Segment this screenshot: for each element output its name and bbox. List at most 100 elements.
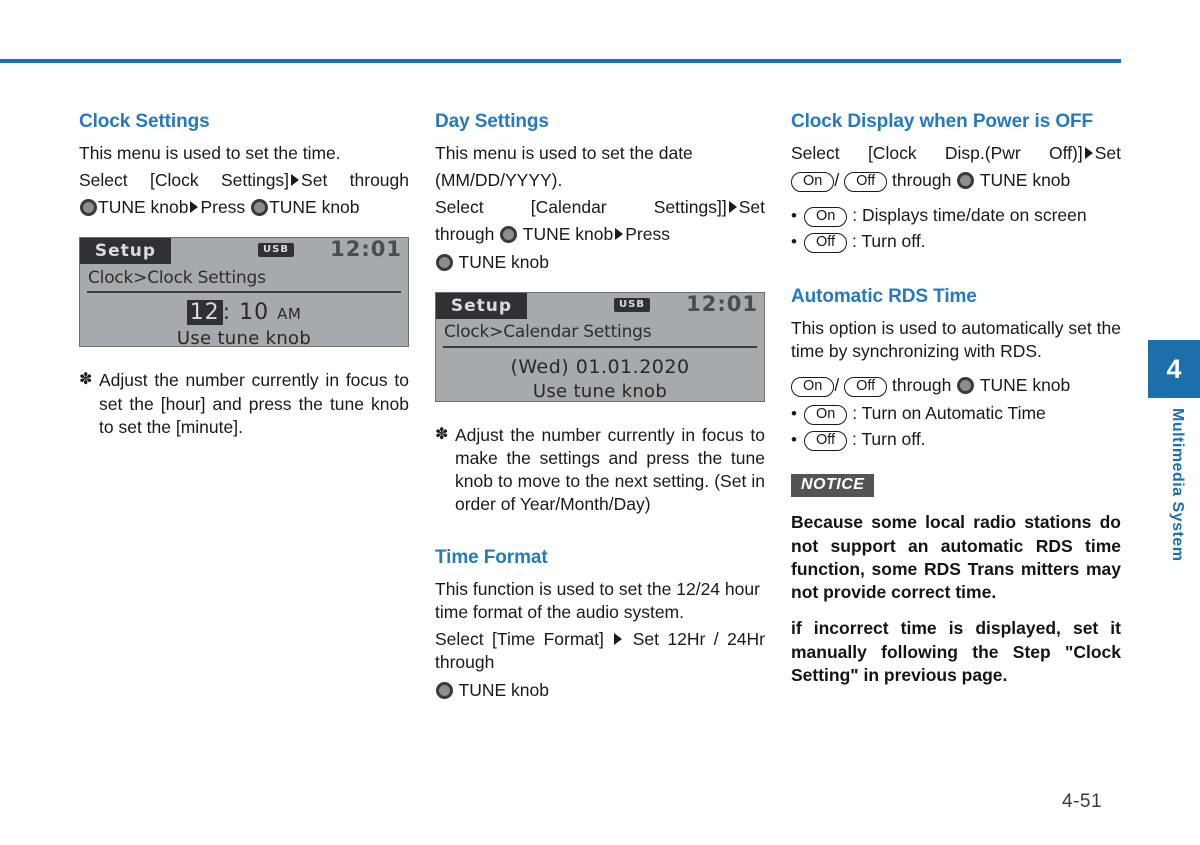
section-heading-time-format: Time Format	[435, 547, 548, 569]
on-pill-button[interactable]: On	[791, 172, 835, 193]
column-clock-display-power-off: Clock Display when Power is OFF Select […	[791, 110, 1121, 700]
step-set-text: Set	[738, 197, 765, 218]
day-settings-steps-2: through TUNE knob Press	[435, 223, 765, 246]
arrow-icon	[615, 228, 624, 241]
clock-settings-steps: Select [Clock Settings] Set through	[79, 169, 409, 192]
day-settings-steps-3: TUNE knob	[435, 251, 765, 274]
arrow-icon	[1084, 147, 1093, 160]
off-pill-button[interactable]: Off	[804, 430, 848, 451]
step-through-text: through	[435, 224, 495, 245]
bullet-off-text: : Turn off.	[851, 428, 926, 449]
tune-knob-icon	[251, 199, 269, 217]
step-press-text: Press	[625, 224, 670, 245]
time-format-steps-2: TUNE knob	[435, 679, 765, 702]
knob-label-1: TUNE knob	[98, 197, 189, 218]
tune-knob-icon	[500, 226, 518, 244]
tune-knob-icon	[436, 681, 453, 699]
knob-label: TUNE knob	[979, 170, 1071, 191]
clock-display-steps-2: On / Off through TUNE knob	[791, 169, 1121, 193]
clock-settings-note: ✽ Adjust the number currently in focus t…	[79, 369, 409, 438]
bullet-dot-icon: •	[791, 206, 797, 226]
bullet-dot-icon: •	[791, 232, 797, 251]
notice-paragraph-2: if incorrect time is displayed, set it m…	[791, 618, 1121, 685]
lcd-date-prefix: (Wed) 01.01.	[510, 355, 640, 378]
tune-knob-icon	[436, 253, 453, 271]
day-settings-note: ✽ Adjust the number currently in focus t…	[435, 424, 765, 516]
tune-knob-icon	[80, 199, 97, 217]
through-text: through	[892, 375, 952, 395]
lcd-clock: 12:01	[330, 237, 402, 262]
tune-knob-icon	[957, 172, 975, 190]
lcd-clock: 12:01	[686, 291, 758, 316]
time-format-intro: This function is used to set the 12/24 h…	[435, 579, 760, 623]
off-pill-button[interactable]: Off	[804, 233, 848, 253]
lcd-top-bar: Setup USB 12:01	[436, 291, 764, 319]
knob-label-2: TUNE knob	[269, 197, 360, 218]
lcd-breadcrumb: Clock>Calendar Settings	[444, 322, 652, 343]
step-press-text: Press	[200, 197, 246, 218]
day-settings-note-text: Adjust the number currently in focus to …	[455, 424, 765, 514]
asterisk-icon: ✽	[435, 425, 449, 443]
chapter-tab-number: 4	[1148, 340, 1200, 398]
bullet-on-text: : Turn on Automatic Time	[852, 403, 1046, 424]
asterisk-icon: ✽	[79, 371, 93, 389]
on-pill-button[interactable]: On	[804, 207, 848, 228]
clock-display-steps: Select [Clock Disp.(Pwr Off)] Set	[791, 142, 1121, 165]
lcd-ampm: AM	[277, 305, 302, 324]
day-settings-intro-line1: This menu is used to set the date	[435, 143, 693, 164]
tune-knob-icon	[957, 377, 975, 394]
section-heading-clock-settings: Clock Settings	[79, 111, 210, 132]
rds-bullet-off: • Off : Turn off.	[791, 427, 1121, 453]
chapter-tab-label: Multimedia System	[1169, 408, 1186, 562]
on-pill-button[interactable]: On	[791, 377, 835, 397]
header-rule	[0, 59, 1121, 63]
lcd-screenshot-clock-settings: Setup USB 12:01 Clock>Clock Settings 12:…	[79, 237, 409, 348]
section-heading-day-settings: Day Settings	[435, 111, 549, 132]
clock-settings-note-text: Adjust the number currently in focus to …	[99, 370, 409, 437]
knob-label-1: TUNE knob	[522, 224, 614, 245]
lcd-date-value: (Wed) 01.01.2020	[436, 348, 764, 378]
off-pill-button[interactable]: Off	[844, 377, 888, 397]
arrow-icon	[728, 201, 737, 214]
section-heading-automatic-rds-time: Automatic RDS Time	[791, 285, 977, 307]
bullet-dot-icon: •	[791, 404, 797, 424]
lcd-top-bar: Setup USB 12:01	[80, 237, 408, 265]
rds-intro: This option is used to automatically set…	[791, 317, 1121, 361]
rds-steps: On / Off through TUNE knob	[791, 374, 1121, 397]
usb-badge-icon: USB	[614, 297, 650, 312]
clock-display-bullet-off: • Off : Turn off.	[791, 229, 1121, 255]
knob-label: TUNE knob	[979, 375, 1071, 395]
step-select-text: Select [Clock Disp.(Pwr Off)]	[791, 143, 1083, 164]
bullet-dot-icon: •	[791, 429, 797, 449]
knob-label-2: TUNE knob	[458, 251, 549, 272]
on-pill-button[interactable]: On	[804, 405, 848, 426]
lcd-title: Setup	[436, 292, 527, 319]
lcd-screenshot-calendar-settings: Setup USB 12:01 Clock>Calendar Settings …	[435, 291, 765, 402]
lcd-hint: Use tune knob	[532, 380, 668, 402]
through-text: through	[892, 170, 952, 191]
time-format-steps: Select [Time Format] Set 12Hr / 24Hr thr…	[435, 628, 765, 674]
off-pill-button[interactable]: Off	[844, 172, 888, 193]
rds-bullet-on: • On : Turn on Automatic Time	[791, 401, 1121, 427]
column-day-settings: Day Settings This menu is used to set th…	[435, 110, 765, 706]
lcd-title: Setup	[80, 238, 171, 265]
lcd-breadcrumb: Clock>Clock Settings	[88, 267, 266, 288]
clock-display-bullet-on: • On : Displays time/date on screen	[791, 203, 1121, 229]
step-set-through-text: Set through	[301, 170, 410, 191]
arrow-icon	[190, 201, 199, 214]
lcd-year-highlight: 2020	[639, 355, 690, 378]
step-select-text: Select [Time Format]	[435, 629, 604, 650]
clock-settings-intro: This menu is used to set the time.	[79, 143, 341, 164]
lcd-minute: : 10	[222, 300, 270, 326]
notice-paragraph-1: Because some local radio stations do not…	[791, 512, 1121, 603]
step-select-text: Select [Clock Settings]	[79, 170, 290, 191]
page-number: 4-51	[1062, 791, 1103, 812]
bullet-off-text: : Turn off.	[851, 231, 926, 251]
clock-settings-steps-2: TUNE knob Press TUNE knob	[79, 196, 409, 219]
lcd-hint: Use tune knob	[176, 328, 312, 348]
arrow-icon	[291, 174, 300, 187]
knob-label: TUNE knob	[458, 679, 549, 700]
column-clock-settings: Clock Settings This menu is used to set …	[79, 110, 409, 439]
lcd-hour-highlight: 12	[186, 300, 223, 326]
section-heading-clock-display-power-off: Clock Display when Power is OFF	[791, 111, 1094, 132]
